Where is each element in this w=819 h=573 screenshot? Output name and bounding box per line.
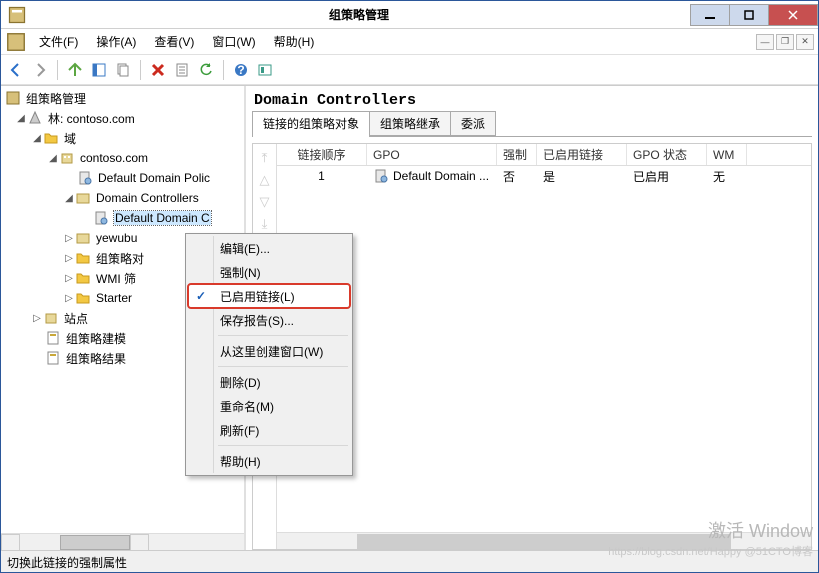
tab-delegation[interactable]: 委派: [450, 111, 496, 136]
refresh-button[interactable]: [195, 59, 217, 81]
collapse-icon[interactable]: ◢: [15, 113, 27, 124]
tree-forest[interactable]: ◢ 林: contoso.com: [1, 108, 244, 128]
move-down-icon[interactable]: ▽: [260, 194, 270, 210]
move-bottom-icon[interactable]: ⤓: [262, 216, 268, 232]
close-button[interactable]: [768, 4, 818, 26]
collapse-icon[interactable]: ◢: [31, 133, 43, 144]
col-link-order[interactable]: 链接顺序: [277, 144, 367, 165]
ctx-link-enabled[interactable]: 已启用链接(L): [188, 284, 350, 308]
gpo-link-icon: [77, 170, 93, 186]
folder-icon: [75, 270, 91, 286]
forest-icon: [27, 110, 43, 126]
ctx-delete[interactable]: 删除(D): [188, 370, 350, 394]
back-button[interactable]: [5, 59, 27, 81]
tree-domain-controllers[interactable]: ◢ Domain Controllers: [1, 188, 244, 208]
toolbar: ?: [1, 55, 818, 85]
cell-status: 已启用: [627, 166, 707, 187]
menu-window[interactable]: 窗口(W): [204, 30, 263, 53]
watermark-activate: 激活 Window: [708, 517, 813, 543]
tree-domains[interactable]: ◢ 域: [1, 128, 244, 148]
mdi-close-button[interactable]: ✕: [796, 34, 814, 50]
mdi-restore-button[interactable]: ❐: [776, 34, 794, 50]
expand-icon[interactable]: ▷: [63, 233, 75, 244]
app-icon: [7, 5, 27, 25]
col-wmi-filter[interactable]: WM: [707, 144, 747, 165]
options-button[interactable]: [254, 59, 276, 81]
menu-view[interactable]: 查看(V): [146, 30, 202, 53]
menu-action[interactable]: 操作(A): [88, 30, 144, 53]
mdi-minimize-button[interactable]: —: [756, 34, 774, 50]
tree-root[interactable]: 组策略管理: [1, 88, 244, 108]
modeling-icon: [45, 330, 61, 346]
expand-icon[interactable]: ▷: [31, 313, 43, 324]
maximize-button[interactable]: [729, 4, 769, 26]
ctx-save-report[interactable]: 保存报告(S)...: [188, 308, 350, 332]
mmc-icon: [5, 90, 21, 106]
page-title: Domain Controllers: [254, 92, 812, 109]
svg-text:?: ?: [237, 63, 244, 77]
folder-icon: [75, 290, 91, 306]
cell-enforced: 否: [497, 166, 537, 187]
grid-header: 链接顺序 GPO 强制 已启用链接 GPO 状态 WM: [277, 144, 811, 166]
tabs: 链接的组策略对象 组策略继承 委派: [252, 111, 812, 137]
cell-wmi: 无: [707, 166, 747, 187]
gpo-link-icon: [93, 210, 109, 226]
ctx-new-window[interactable]: 从这里创建窗口(W): [188, 339, 350, 363]
titlebar: 组策略管理: [1, 1, 818, 29]
folder-icon: [75, 250, 91, 266]
menu-help[interactable]: 帮助(H): [266, 30, 323, 53]
ou-icon: [75, 230, 91, 246]
ctx-rename[interactable]: 重命名(M): [188, 394, 350, 418]
context-menu: 编辑(E)... 强制(N) 已启用链接(L) 保存报告(S)... 从这里创建…: [185, 233, 353, 476]
cell-order: 1: [277, 167, 367, 185]
menu-file[interactable]: 文件(F): [31, 30, 86, 53]
delete-button[interactable]: [147, 59, 169, 81]
tab-inheritance[interactable]: 组策略继承: [369, 111, 451, 136]
folder-icon: [43, 130, 59, 146]
tree-dc-default-gpo[interactable]: Default Domain C: [1, 208, 244, 228]
system-menu-icon[interactable]: [5, 31, 27, 53]
ctx-help[interactable]: 帮助(H): [188, 449, 350, 473]
col-gpo[interactable]: GPO: [367, 144, 497, 165]
col-gpo-status[interactable]: GPO 状态: [627, 144, 707, 165]
expand-icon[interactable]: ▷: [63, 253, 75, 264]
watermark-url: https://blog.csdn.net/Happy @51CTO博客: [608, 543, 813, 559]
up-button[interactable]: [64, 59, 86, 81]
expand-icon[interactable]: ▷: [63, 293, 75, 304]
expand-icon[interactable]: ▷: [63, 273, 75, 284]
show-hide-tree-button[interactable]: [88, 59, 110, 81]
collapse-icon[interactable]: ◢: [63, 193, 75, 204]
ctx-enforce[interactable]: 强制(N): [188, 260, 350, 284]
move-up-icon[interactable]: △: [260, 172, 270, 188]
help-button[interactable]: ?: [230, 59, 252, 81]
ou-icon: [75, 190, 91, 206]
ctx-edit[interactable]: 编辑(E)...: [188, 236, 350, 260]
properties-button[interactable]: [171, 59, 193, 81]
tree-h-scrollbar[interactable]: [1, 533, 244, 550]
gpo-link-icon: [373, 168, 389, 184]
collapse-icon[interactable]: ◢: [47, 153, 59, 164]
window-title: 组策略管理: [27, 6, 691, 23]
cell-gpo: Default Domain ...: [367, 166, 497, 186]
sites-icon: [43, 310, 59, 326]
menubar: 文件(F) 操作(A) 查看(V) 窗口(W) 帮助(H) — ❐ ✕: [1, 29, 818, 55]
domain-icon: [59, 150, 75, 166]
col-enforced[interactable]: 强制: [497, 144, 537, 165]
minimize-button[interactable]: [690, 4, 730, 26]
copy-button[interactable]: [112, 59, 134, 81]
table-row[interactable]: 1 Default Domain ... 否 是 已启用 无: [277, 166, 811, 186]
ctx-refresh[interactable]: 刷新(F): [188, 418, 350, 442]
move-top-icon[interactable]: ⤒: [262, 150, 268, 166]
cell-enabled: 是: [537, 166, 627, 187]
col-link-enabled[interactable]: 已启用链接: [537, 144, 627, 165]
forward-button[interactable]: [29, 59, 51, 81]
results-icon: [45, 350, 61, 366]
tree-domain[interactable]: ◢ contoso.com: [1, 148, 244, 168]
tree-default-domain-policy[interactable]: Default Domain Polic: [1, 168, 244, 188]
tab-linked-gpos[interactable]: 链接的组策略对象: [252, 111, 370, 137]
